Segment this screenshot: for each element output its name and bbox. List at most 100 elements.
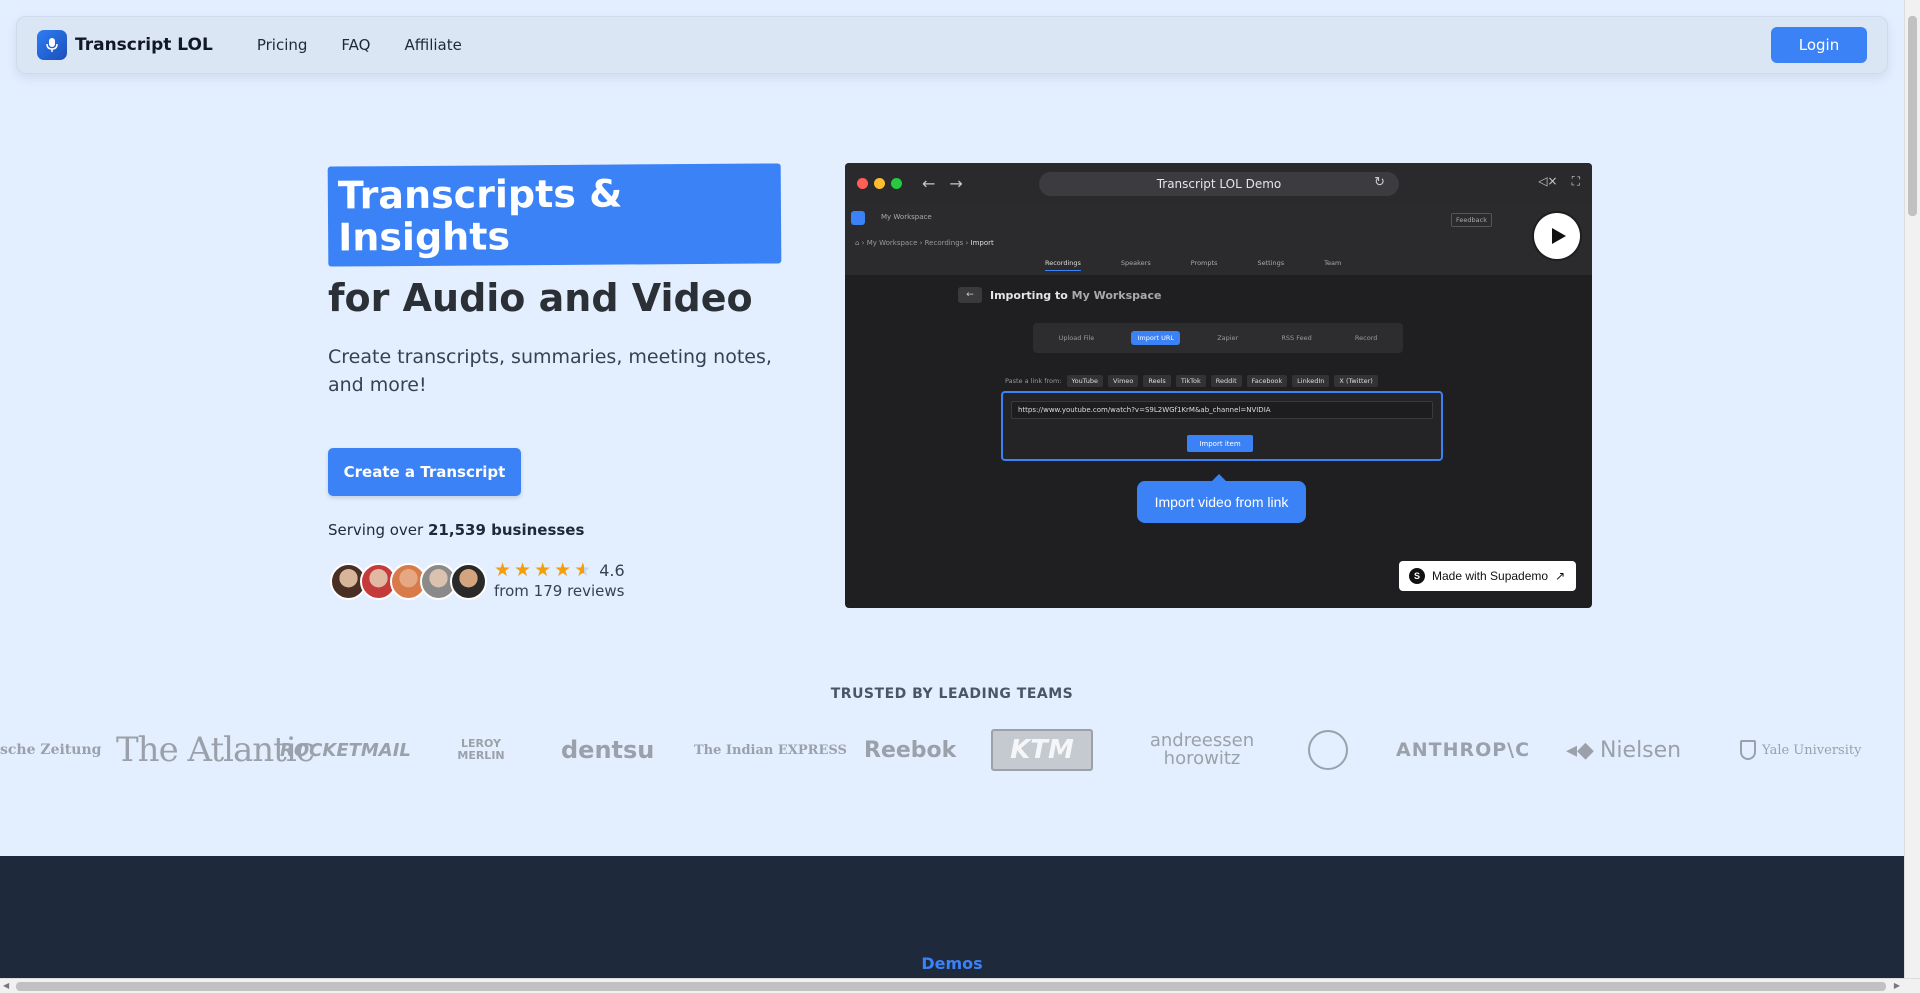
scroll-left-icon[interactable]: ◀ bbox=[3, 981, 9, 990]
demo-tab-recordings: Recordings bbox=[1045, 259, 1081, 271]
import-tab-upload: Upload File bbox=[1058, 334, 1095, 342]
brand-logos: sche Zeitung The Atlantic ROCKETMAIL LER… bbox=[0, 720, 1904, 780]
demo-feedback: Feedback bbox=[1451, 213, 1492, 227]
brand-logo: Yale University bbox=[1740, 720, 1861, 780]
trusted-heading: TRUSTED BY LEADING TEAMS bbox=[830, 686, 1074, 702]
scroll-right-icon[interactable]: ▶ bbox=[1894, 981, 1900, 990]
horizontal-scrollbar[interactable]: ◀ ▶ bbox=[0, 978, 1920, 993]
product-demo[interactable]: ← → Transcript LOL Demo ↻ ◁× ⛶ My Worksp… bbox=[845, 163, 1592, 608]
create-transcript-button[interactable]: Create a Transcript bbox=[328, 448, 521, 496]
nav-link-affiliate[interactable]: Affiliate bbox=[404, 36, 461, 54]
ktm-logo: KTM bbox=[991, 729, 1093, 771]
login-button[interactable]: Login bbox=[1771, 27, 1867, 63]
back-arrow-icon[interactable]: ← bbox=[922, 174, 935, 193]
demo-app-tabs: Recordings Speakers Prompts Settings Tea… bbox=[1045, 259, 1341, 271]
import-workspace: My Workspace bbox=[1071, 288, 1162, 302]
import-tab-zapier: Zapier bbox=[1217, 334, 1239, 342]
demo-url-title: Transcript LOL Demo bbox=[1156, 177, 1282, 191]
close-dot-icon bbox=[857, 177, 868, 189]
rating-value: 4.6 bbox=[599, 560, 625, 580]
horizontal-scrollbar-thumb[interactable] bbox=[16, 982, 1886, 991]
brand-logo: sche Zeitung bbox=[0, 742, 102, 758]
demo-tab-speakers: Speakers bbox=[1120, 259, 1151, 267]
yale-text: Yale University bbox=[1762, 742, 1862, 758]
demo-app-header: My Workspace Feedback ⌂ › My Workspace ›… bbox=[845, 203, 1592, 275]
reload-icon[interactable]: ↻ bbox=[1374, 175, 1385, 190]
breadcrumb-item: Import bbox=[970, 239, 994, 247]
mute-icon[interactable]: ◁× bbox=[1538, 174, 1557, 189]
source-reddit: Reddit bbox=[1210, 375, 1242, 387]
demo-import-tabs: Upload File Import URL Zapier RSS Feed R… bbox=[1033, 323, 1403, 353]
logo-text: Transcript LOL bbox=[75, 35, 213, 55]
import-tab-record: Record bbox=[1354, 334, 1378, 342]
fullscreen-icon[interactable]: ⛶ bbox=[1572, 174, 1580, 189]
demo-import-title: ← Importing to My Workspace bbox=[958, 287, 1161, 303]
made-with-supademo-link[interactable]: S Made with Supademo ↗ bbox=[1399, 561, 1576, 591]
logo[interactable]: Transcript LOL bbox=[37, 30, 213, 60]
play-button[interactable] bbox=[1534, 213, 1580, 259]
star-icon: ★ bbox=[494, 559, 512, 581]
crest-logo-icon bbox=[1308, 720, 1348, 780]
brand-logo: ANTHROP\C bbox=[1396, 739, 1531, 761]
reviews-count: from 179 reviews bbox=[494, 582, 625, 600]
nav-link-pricing[interactable]: Pricing bbox=[257, 36, 308, 54]
breadcrumb-item: My Workspace bbox=[866, 239, 918, 247]
brand-logo: Reebok bbox=[864, 737, 957, 763]
demo-breadcrumb: ⌂ › My Workspace › Recordings › Import bbox=[855, 239, 994, 247]
hero-title: Transcripts & Insights bbox=[337, 171, 623, 260]
breadcrumb-item: Recordings bbox=[924, 239, 964, 247]
star-icon: ★ bbox=[554, 559, 572, 581]
source-label: Paste a link from: bbox=[1005, 377, 1062, 385]
brand-logo: ◂◆ Nielsen bbox=[1566, 720, 1681, 780]
nielsen-text: Nielsen bbox=[1599, 737, 1682, 763]
brand-logo: The Indian EXPRESS bbox=[694, 742, 847, 758]
source-reels: Reels bbox=[1143, 375, 1171, 387]
brand-logo: andreessen horowitz bbox=[1149, 730, 1255, 769]
hero-title-highlight: Transcripts & Insights bbox=[327, 163, 782, 267]
top-navbar: Transcript LOL Pricing FAQ Affiliate Log… bbox=[16, 16, 1888, 74]
demo-workspace: My Workspace bbox=[881, 213, 932, 221]
demo-controls: ◁× ⛶ bbox=[1538, 174, 1580, 189]
demo-source-row: Paste a link from: YouTube Vimeo Reels T… bbox=[1005, 375, 1378, 387]
brand-logo: ROCKETMAIL bbox=[280, 739, 411, 761]
review-avatars bbox=[330, 563, 487, 600]
demo-browser-bar: ← → Transcript LOL Demo ↻ ◁× ⛶ bbox=[845, 163, 1592, 203]
star-icon: ★ bbox=[534, 559, 552, 581]
forward-arrow-icon[interactable]: → bbox=[949, 174, 962, 193]
hero-subtitle: for Audio and Video bbox=[328, 276, 753, 320]
yale-shield-icon bbox=[1740, 740, 1756, 760]
demo-import-item-button: Import item bbox=[1187, 435, 1253, 452]
serving-count: 21,539 businesses bbox=[428, 521, 585, 539]
demo-tab-prompts: Prompts bbox=[1190, 259, 1218, 267]
brand-logo: KTM bbox=[991, 720, 1093, 780]
source-facebook: Facebook bbox=[1246, 375, 1288, 387]
supademo-logo-icon: S bbox=[1409, 568, 1425, 584]
nav-links: Pricing FAQ Affiliate bbox=[257, 36, 462, 54]
import-title-label: Importing to bbox=[990, 288, 1068, 302]
import-title-text: Importing to My Workspace bbox=[990, 289, 1161, 302]
demo-url-card: https://www.youtube.com/watch?v=S9L2WGf1… bbox=[1001, 391, 1443, 461]
serving-text: Serving over 21,539 businesses bbox=[328, 521, 584, 539]
maximize-dot-icon bbox=[891, 177, 902, 189]
demo-tab-settings: Settings bbox=[1257, 259, 1285, 267]
demos-heading: Demos bbox=[921, 954, 983, 973]
brand-logo: dentsu bbox=[561, 736, 655, 764]
minimize-dot-icon bbox=[874, 177, 885, 189]
stars-row: ★ ★ ★ ★ ★ 4.6 bbox=[494, 560, 625, 580]
supademo-label: Made with Supademo bbox=[1432, 569, 1549, 583]
demo-url-bar: Transcript LOL Demo ↻ bbox=[1039, 172, 1399, 196]
demo-tooltip: Import video from link bbox=[1137, 474, 1306, 523]
back-icon: ← bbox=[958, 287, 982, 303]
source-vimeo: Vimeo bbox=[1107, 375, 1139, 387]
home-icon: ⌂ bbox=[855, 239, 860, 247]
demo-url-input: https://www.youtube.com/watch?v=S9L2WGf1… bbox=[1011, 401, 1433, 419]
nav-link-faq[interactable]: FAQ bbox=[341, 36, 370, 54]
source-tiktok: TikTok bbox=[1175, 375, 1206, 387]
half-star-icon: ★ bbox=[574, 559, 592, 581]
vertical-scrollbar-thumb[interactable] bbox=[1908, 16, 1917, 216]
microphone-logo-icon bbox=[37, 30, 67, 60]
app-logo-icon bbox=[851, 211, 865, 225]
vertical-scrollbar[interactable] bbox=[1904, 0, 1920, 978]
import-tab-rss: RSS Feed bbox=[1281, 334, 1312, 342]
star-icon: ★ bbox=[514, 559, 532, 581]
